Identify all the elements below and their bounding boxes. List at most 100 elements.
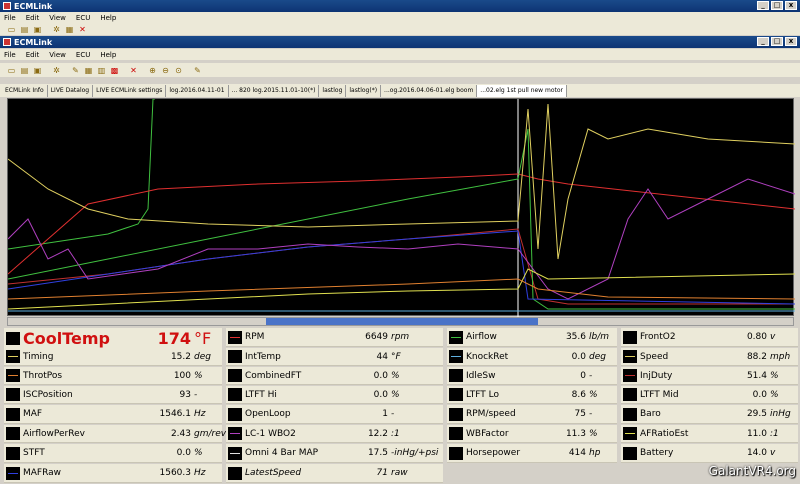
color-swatch[interactable]: [449, 350, 463, 363]
menu-file[interactable]: File: [4, 14, 16, 22]
menu-edit[interactable]: Edit: [26, 51, 40, 59]
zoom-fit-icon[interactable]: ⊙: [173, 65, 184, 76]
scrollbar-thumb[interactable]: [266, 318, 538, 325]
tab-1[interactable]: LIVE Datalog: [48, 85, 94, 97]
tab-4[interactable]: ... 820 log.2015.11.01-10(*): [229, 85, 320, 97]
tab-5[interactable]: lastlog: [319, 85, 347, 97]
gauge-horsepower[interactable]: Horsepower 414 hp: [447, 444, 617, 463]
color-swatch[interactable]: [228, 446, 242, 460]
gauge-omni-4-bar-map[interactable]: Omni 4 Bar MAP 17.5 -inHg/+psi: [226, 444, 443, 463]
edit-icon[interactable]: ✎: [70, 65, 81, 76]
close-icon[interactable]: x: [785, 37, 797, 46]
menu-ecu[interactable]: ECU: [76, 14, 90, 22]
settings-icon[interactable]: ✲: [51, 65, 62, 76]
close-icon[interactable]: x: [785, 1, 797, 10]
gauge-fronto2[interactable]: FrontO2 0.80 v: [621, 328, 798, 347]
color-swatch[interactable]: [449, 330, 463, 344]
minimize-icon[interactable]: _: [757, 1, 769, 10]
color-swatch[interactable]: [228, 466, 242, 480]
color-swatch[interactable]: [6, 332, 20, 345]
menu-ecu[interactable]: ECU: [76, 51, 90, 59]
close-log-icon[interactable]: ✕: [128, 65, 139, 76]
color-swatch[interactable]: [623, 427, 637, 440]
maximize-icon[interactable]: □: [771, 37, 783, 46]
new-icon[interactable]: ▭: [6, 24, 17, 35]
color-swatch[interactable]: [6, 350, 20, 363]
color-swatch[interactable]: [623, 407, 637, 421]
color-swatch[interactable]: [228, 369, 242, 382]
color-swatch[interactable]: [6, 466, 20, 480]
gauge-rpm-speed[interactable]: RPM/speed 75-: [447, 405, 617, 424]
zoom-out-icon[interactable]: ⊖: [160, 65, 171, 76]
gauge-maf[interactable]: MAF 1546.1 Hz: [4, 405, 222, 424]
gauge-afratioest[interactable]: AFRatioEst 11.0:1: [621, 425, 798, 443]
color-swatch[interactable]: [449, 388, 463, 401]
color-swatch[interactable]: [6, 388, 20, 401]
mark-icon[interactable]: ✎: [192, 65, 203, 76]
color-swatch[interactable]: [623, 350, 637, 363]
color-swatch[interactable]: [6, 369, 20, 382]
color-swatch[interactable]: [449, 427, 463, 440]
gauge-injduty[interactable]: InjDuty 51.4%: [621, 367, 798, 385]
datalog-graph[interactable]: [7, 98, 796, 317]
gauge-idlesw[interactable]: IdleSw 0-: [447, 367, 617, 385]
save-icon[interactable]: ▣: [32, 65, 43, 76]
open-icon[interactable]: ▤: [19, 24, 30, 35]
grid-icon[interactable]: ▥: [96, 65, 107, 76]
gauge-cooltemp[interactable]: CoolTemp 174 °F: [4, 328, 222, 350]
menu-view[interactable]: View: [49, 14, 66, 22]
gauge-battery[interactable]: Battery 14.0 v: [621, 444, 798, 463]
color-swatch[interactable]: [623, 369, 637, 382]
gauge-airflowperrev[interactable]: AirflowPerRev 2.43 gm/rev: [4, 425, 226, 443]
gauge-combinedft[interactable]: CombinedFT 0.0%: [226, 367, 443, 385]
gauge-ltft-lo[interactable]: LTFT Lo 8.6%: [447, 386, 617, 404]
color-swatch[interactable]: [449, 446, 463, 460]
color-swatch[interactable]: [623, 446, 637, 460]
gauge-ltft-hi[interactable]: LTFT Hi 0.0%: [226, 386, 443, 404]
gauge-ltft-mid[interactable]: LTFT Mid 0.0%: [621, 386, 798, 404]
save-icon[interactable]: ▣: [32, 24, 43, 35]
gauge-iscposition[interactable]: ISCPosition 93-: [4, 386, 222, 404]
tab-7[interactable]: ...og.2016.04.06-01.elg boom: [381, 85, 478, 97]
color-swatch[interactable]: [6, 446, 20, 460]
tab-6[interactable]: lastlog(*): [346, 85, 382, 97]
gauge-timing[interactable]: Timing 15.2 deg: [4, 348, 222, 366]
color-swatch[interactable]: [228, 407, 242, 421]
color-swatch[interactable]: [228, 388, 242, 401]
minimize-icon[interactable]: _: [757, 37, 769, 46]
gauge-airflow[interactable]: Airflow 35.6 lb/m: [447, 328, 617, 347]
menu-view[interactable]: View: [49, 51, 66, 59]
graph-scrollbar[interactable]: [7, 317, 794, 326]
gauge-rpm[interactable]: RPM 6649 rpm: [226, 328, 443, 347]
color-swatch[interactable]: [6, 427, 20, 440]
gauge-lc-1-wbo2[interactable]: LC-1 WBO2 12.2:1: [226, 425, 443, 443]
color-swatch[interactable]: [623, 330, 637, 344]
menu-file[interactable]: File: [4, 51, 16, 59]
color-swatch[interactable]: [449, 407, 463, 421]
gauge-openloop[interactable]: OpenLoop 1-: [226, 405, 443, 424]
gauge-inttemp[interactable]: IntTemp 44 °F: [226, 348, 443, 366]
menu-help[interactable]: Help: [100, 51, 116, 59]
color-swatch[interactable]: [6, 407, 20, 421]
tab-0[interactable]: ECMLink Info: [2, 85, 48, 97]
zoom-in-icon[interactable]: ⊕: [147, 65, 158, 76]
color-swatch[interactable]: [623, 388, 637, 401]
maximize-icon[interactable]: □: [771, 1, 783, 10]
color-swatch[interactable]: [228, 350, 242, 363]
gauge-stft[interactable]: STFT 0.0%: [4, 444, 222, 463]
new-icon[interactable]: ▭: [6, 65, 17, 76]
color-swatch[interactable]: [228, 427, 242, 440]
tab-8[interactable]: ...02.elg 1st pull new motor: [477, 85, 568, 97]
color-swatch[interactable]: [449, 369, 463, 382]
gauge-throtpos[interactable]: ThrotPos 100%: [4, 367, 222, 385]
gauge-latestspeed[interactable]: LatestSpeed 71 raw: [226, 464, 443, 483]
settings-icon[interactable]: ✲: [51, 24, 62, 35]
color-swatch[interactable]: [228, 330, 242, 344]
gauge-baro[interactable]: Baro 29.5 inHg: [621, 405, 798, 424]
close-log-icon[interactable]: ✕: [77, 24, 88, 35]
stop-icon[interactable]: ▩: [109, 65, 120, 76]
log-icon[interactable]: ▦: [83, 65, 94, 76]
log-icon[interactable]: ▦: [64, 24, 75, 35]
gauge-mafraw[interactable]: MAFRaw 1560.3 Hz: [4, 464, 222, 483]
tab-3[interactable]: log.2016.04.11-01: [166, 85, 229, 97]
